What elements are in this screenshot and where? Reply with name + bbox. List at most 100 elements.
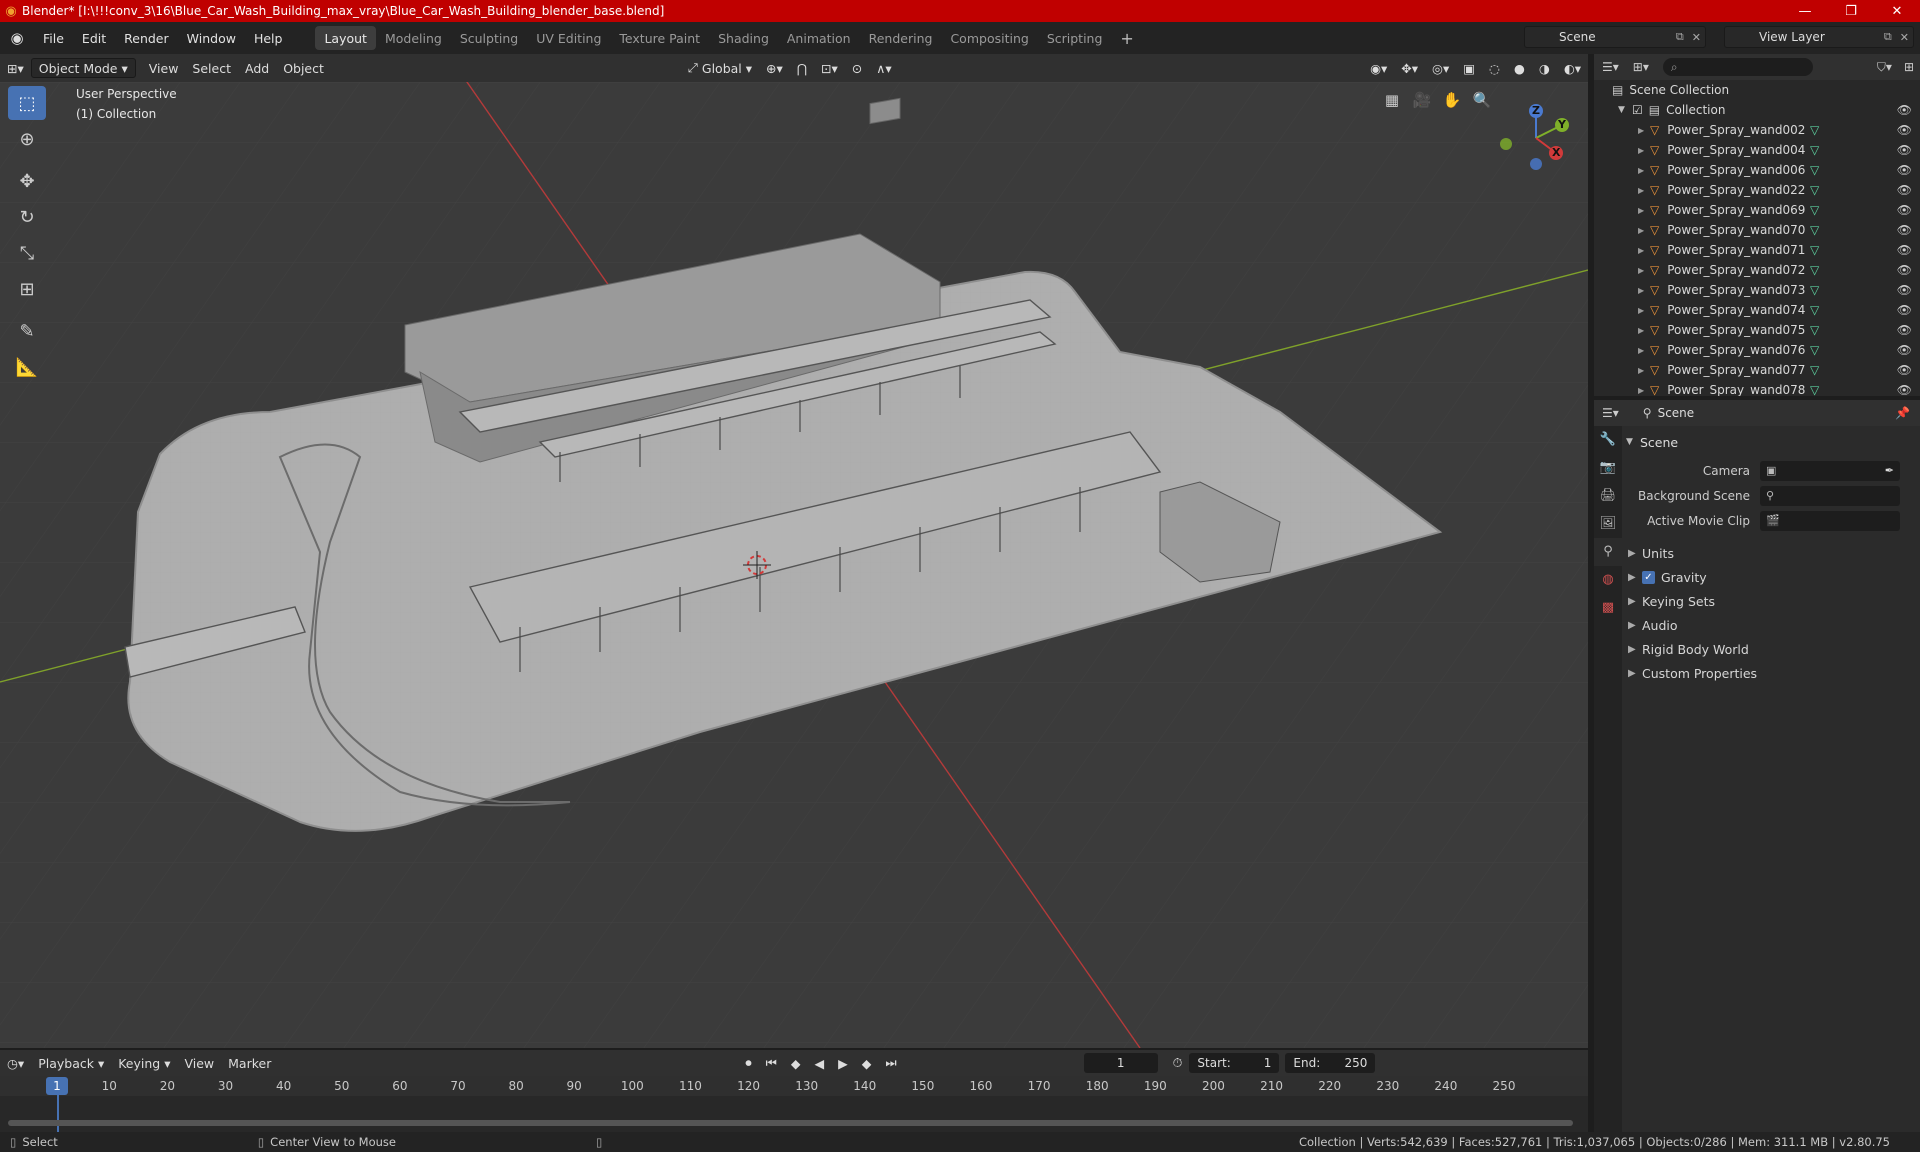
expand-arrow-icon[interactable]: ▶: [1638, 186, 1650, 195]
custom-properties-subpanel[interactable]: ▶ Custom Properties: [1622, 661, 1920, 685]
blender-menu-icon[interactable]: ◉: [0, 29, 34, 47]
menu-add[interactable]: Add: [238, 58, 276, 78]
gizmo-x-label[interactable]: X: [1552, 146, 1560, 159]
stopwatch-icon[interactable]: ⏱: [1166, 1055, 1190, 1071]
expand-arrow-icon[interactable]: ▶: [1638, 346, 1650, 355]
menu-edit[interactable]: Edit: [73, 22, 115, 54]
outliner-item[interactable]: ▶ ▽ Power_Spray_wand070 ▽ 👁: [1594, 220, 1920, 240]
outliner-item[interactable]: ▶ ▽ Power_Spray_wand006 ▽ 👁: [1594, 160, 1920, 180]
overlay-toggle-icon[interactable]: ◎▾: [1425, 58, 1456, 78]
menu-file[interactable]: File: [34, 22, 73, 54]
mesh-data-icon[interactable]: ▽: [1810, 383, 1819, 396]
background-scene-field[interactable]: ⚲: [1760, 485, 1900, 506]
shading-wireframe-icon[interactable]: ◌: [1482, 58, 1507, 78]
timeline-scrollbar[interactable]: [8, 1120, 1573, 1126]
texture-tab-icon[interactable]: ▩: [1594, 594, 1622, 622]
mesh-data-icon[interactable]: ▽: [1810, 183, 1819, 197]
eye-icon[interactable]: 👁: [1897, 143, 1912, 157]
collapse-arrow-icon[interactable]: ▼: [1618, 105, 1632, 115]
add-workspace-icon[interactable]: +: [1111, 26, 1142, 50]
eye-icon[interactable]: 👁: [1897, 343, 1912, 357]
eye-icon[interactable]: 👁: [1897, 363, 1912, 377]
pin-icon[interactable]: 📌: [1885, 406, 1920, 420]
expand-arrow-icon[interactable]: ▶: [1638, 166, 1650, 175]
mesh-data-icon[interactable]: ▽: [1810, 323, 1819, 337]
snap-icon[interactable]: ⋂: [790, 58, 814, 78]
prev-keyframe-icon[interactable]: ◆: [784, 1056, 808, 1071]
mode-dropdown[interactable]: Object Mode ▾: [30, 58, 136, 78]
pivot-icon[interactable]: ⊕▾: [759, 58, 790, 78]
rigid-body-world-subpanel[interactable]: ▶ Rigid Body World: [1622, 637, 1920, 661]
outliner-item[interactable]: ▶ ▽ Power_Spray_wand076 ▽ 👁: [1594, 340, 1920, 360]
menu-select[interactable]: Select: [185, 58, 238, 78]
mesh-data-icon[interactable]: ▽: [1810, 363, 1819, 377]
menu-help[interactable]: Help: [245, 22, 292, 54]
move-tool-icon[interactable]: ✥: [8, 164, 46, 198]
play-icon[interactable]: ▶: [831, 1056, 855, 1071]
world-tab-icon[interactable]: ◍: [1594, 566, 1622, 594]
eye-icon[interactable]: 👁: [1897, 123, 1912, 137]
outliner-item[interactable]: ▶ ▽ Power_Spray_wand078 ▽ 👁: [1594, 380, 1920, 396]
menu-marker[interactable]: Marker: [221, 1056, 278, 1071]
expand-arrow-icon[interactable]: ▶: [1638, 126, 1650, 135]
mesh-data-icon[interactable]: ▽: [1810, 283, 1819, 297]
visibility-icon[interactable]: ◉▾: [1363, 58, 1394, 78]
eye-icon[interactable]: 👁: [1897, 163, 1912, 177]
eye-icon[interactable]: 👁: [1897, 183, 1912, 197]
mesh-data-icon[interactable]: ▽: [1810, 123, 1819, 137]
measure-tool-icon[interactable]: 📐: [8, 350, 46, 384]
display-mode-icon[interactable]: ⊞▾: [1627, 60, 1655, 74]
timeline[interactable]: 1 10 20 30 40 50 60 70 80 90 100 110 120 130 140 150 160…: [0, 1076, 1588, 1132]
eye-icon[interactable]: 👁: [1897, 243, 1912, 257]
tab-rendering[interactable]: Rendering: [860, 26, 942, 50]
maximize-icon[interactable]: ❐: [1828, 0, 1874, 22]
eye-icon[interactable]: 👁: [1897, 223, 1912, 237]
gravity-checkbox[interactable]: ✓: [1642, 570, 1655, 584]
scene-panel-header[interactable]: ▼ Scene: [1622, 430, 1920, 454]
mesh-data-icon[interactable]: ▽: [1810, 303, 1819, 317]
shading-material-icon[interactable]: ◑: [1532, 58, 1557, 78]
gravity-subpanel[interactable]: ▶ ✓ Gravity: [1622, 565, 1920, 589]
mesh-data-icon[interactable]: ▽: [1810, 263, 1819, 277]
expand-arrow-icon[interactable]: ▶: [1638, 266, 1650, 275]
end-frame-field[interactable]: End: 250: [1285, 1053, 1376, 1073]
tab-uv-editing[interactable]: UV Editing: [527, 26, 610, 50]
eye-icon[interactable]: 👁: [1897, 383, 1912, 396]
cursor-tool-icon[interactable]: ⊕: [8, 122, 46, 156]
scene-selector[interactable]: Scene ⧉ ✕: [1524, 26, 1706, 48]
outliner-editor-icon[interactable]: ☰▾: [1594, 60, 1627, 74]
play-reverse-icon[interactable]: ◀: [808, 1056, 832, 1071]
tab-shading[interactable]: Shading: [709, 26, 778, 50]
rotate-tool-icon[interactable]: ↻: [8, 200, 46, 234]
tab-animation[interactable]: Animation: [778, 26, 860, 50]
duplicate-scene-icon[interactable]: ⧉: [1672, 30, 1688, 44]
tab-scripting[interactable]: Scripting: [1038, 26, 1112, 50]
include-checkbox-icon[interactable]: ☑: [1632, 103, 1643, 117]
gizmo-y-label[interactable]: Y: [1558, 118, 1566, 131]
expand-arrow-icon[interactable]: ▶: [1638, 286, 1650, 295]
camera-view-icon[interactable]: 🎥: [1408, 86, 1436, 114]
remove-view-layer-icon[interactable]: ✕: [1896, 31, 1913, 44]
select-box-icon[interactable]: ⬚: [8, 86, 46, 120]
menu-keying[interactable]: Keying ▾: [111, 1056, 177, 1071]
properties-editor-icon[interactable]: ☰▾: [1594, 406, 1627, 420]
outliner-search-input[interactable]: ⌕: [1662, 58, 1813, 76]
menu-render[interactable]: Render: [115, 22, 178, 54]
eyedropper-icon[interactable]: ✒: [1885, 464, 1894, 477]
outliner-item[interactable]: ▶ ▽ Power_Spray_wand073 ▽ 👁: [1594, 280, 1920, 300]
jump-start-icon[interactable]: ⏮: [759, 1055, 784, 1071]
expand-arrow-icon[interactable]: ▶: [1638, 246, 1650, 255]
current-frame-field[interactable]: 1: [1083, 1053, 1158, 1073]
menu-timeline-view[interactable]: View: [177, 1056, 221, 1071]
collection-row[interactable]: ▼ ☑ ▤ Collection 👁: [1594, 100, 1920, 120]
falloff-icon[interactable]: ∧▾: [869, 58, 898, 78]
render-tab-icon[interactable]: 📷: [1594, 454, 1622, 482]
tab-sculpting[interactable]: Sculpting: [451, 26, 527, 50]
xray-icon[interactable]: ▣: [1456, 58, 1482, 78]
minimize-icon[interactable]: —: [1782, 0, 1828, 22]
eye-icon[interactable]: 👁: [1897, 103, 1912, 117]
playhead-line[interactable]: [57, 1094, 59, 1132]
expand-arrow-icon[interactable]: ▶: [1638, 366, 1650, 375]
proportional-edit-icon[interactable]: ⊙: [845, 58, 869, 78]
shading-rendered-icon[interactable]: ◐▾: [1557, 58, 1588, 78]
